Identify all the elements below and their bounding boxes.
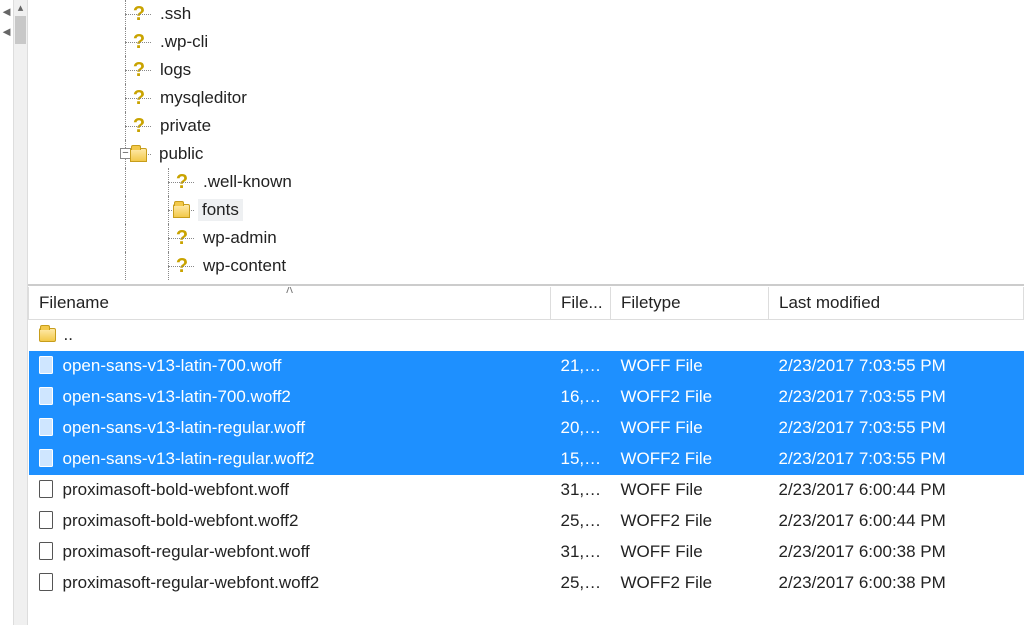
file-type: WOFF2 File [611, 382, 769, 413]
file-date: 2/23/2017 7:03:55 PM [769, 413, 1024, 444]
tree-node-label[interactable]: .well-known [199, 171, 296, 193]
column-filesize[interactable]: File... [551, 287, 611, 320]
file-size: 16,2... [551, 382, 611, 413]
file-size: 20,2... [551, 413, 611, 444]
nav-back-icon[interactable]: ◄ [0, 2, 13, 22]
file-size: 31,9... [551, 475, 611, 506]
tree-node-label[interactable]: public [155, 143, 207, 165]
tree-node[interactable]: ?private [28, 112, 1024, 140]
tree-scrollbar[interactable]: ▴ [14, 0, 28, 625]
tree-node-label[interactable]: logs [156, 59, 195, 81]
file-icon [39, 449, 53, 467]
scroll-up-icon[interactable]: ▴ [14, 0, 27, 16]
file-icon [39, 573, 53, 591]
file-type: WOFF File [611, 537, 769, 568]
file-size: 25,9... [551, 506, 611, 537]
file-icon [39, 542, 53, 560]
folder-icon [39, 328, 56, 342]
nav-forward-icon[interactable]: ◄ [0, 22, 13, 42]
file-row[interactable]: proximasoft-bold-webfont.woff2 25,9...WOF… [29, 506, 1024, 537]
file-date: 2/23/2017 6:00:44 PM [769, 475, 1024, 506]
file-row[interactable]: open-sans-v13-latin-700.woff 21,0...WOFF … [29, 351, 1024, 382]
file-size: 15,5... [551, 444, 611, 475]
file-type: WOFF2 File [611, 568, 769, 599]
file-name: proximasoft-regular-webfont.woff2 [63, 573, 320, 592]
file-icon [39, 387, 53, 405]
tree-node-label[interactable]: wp-admin [199, 227, 281, 249]
file-row[interactable]: open-sans-v13-latin-regular.woff2 15,5...… [29, 444, 1024, 475]
tree-node[interactable]: ?wp-content [28, 252, 1024, 280]
file-date: 2/23/2017 6:00:38 PM [769, 537, 1024, 568]
tree-node-label[interactable]: .ssh [156, 3, 195, 25]
file-type: WOFF File [611, 475, 769, 506]
tree-node[interactable]: ?mysqleditor [28, 84, 1024, 112]
file-icon [39, 418, 53, 436]
file-name: proximasoft-regular-webfont.woff [63, 542, 310, 561]
file-icon [39, 480, 53, 498]
file-name: open-sans-v13-latin-regular.woff [63, 418, 306, 437]
column-lastmodified[interactable]: Last modified [769, 287, 1024, 320]
file-icon [39, 356, 53, 374]
file-list[interactable]: Filename File... Filetype Last modified … [28, 286, 1024, 625]
remote-tree[interactable]: ?.ssh?.wp-cli?logs?mysqleditor?private−p… [28, 0, 1024, 286]
file-type: WOFF2 File [611, 444, 769, 475]
file-date: 2/23/2017 7:03:55 PM [769, 382, 1024, 413]
tree-node[interactable]: ?.wp-cli [28, 28, 1024, 56]
file-name: proximasoft-bold-webfont.woff [63, 480, 289, 499]
folder-icon [173, 204, 190, 218]
file-type: WOFF File [611, 413, 769, 444]
tree-node-label[interactable]: mysqleditor [156, 87, 251, 109]
parent-directory-row[interactable]: .. [29, 320, 1024, 351]
tree-node-label[interactable]: fonts [198, 199, 243, 221]
file-date: 2/23/2017 6:00:44 PM [769, 506, 1024, 537]
file-name: open-sans-v13-latin-700.woff [63, 356, 282, 375]
file-row[interactable]: open-sans-v13-latin-700.woff2 16,2...WOFF… [29, 382, 1024, 413]
tree-node[interactable]: ?.well-known [28, 168, 1024, 196]
file-name: open-sans-v13-latin-700.woff2 [63, 387, 291, 406]
file-name: open-sans-v13-latin-regular.woff2 [63, 449, 315, 468]
file-date: 2/23/2017 7:03:55 PM [769, 444, 1024, 475]
file-row[interactable]: proximasoft-regular-webfont.woff 31,5...W… [29, 537, 1024, 568]
file-type: WOFF2 File [611, 506, 769, 537]
file-row[interactable]: proximasoft-bold-webfont.woff 31,9...WOFF… [29, 475, 1024, 506]
tree-node[interactable]: ?wp-admin [28, 224, 1024, 252]
file-date: 2/23/2017 6:00:38 PM [769, 568, 1024, 599]
file-icon [39, 511, 53, 529]
tree-node[interactable]: fonts [28, 196, 1024, 224]
tree-node[interactable]: ?logs [28, 56, 1024, 84]
file-row[interactable]: open-sans-v13-latin-regular.woff 20,2...W… [29, 413, 1024, 444]
tree-node-label[interactable]: wp-content [199, 255, 290, 277]
tree-node-label[interactable]: private [156, 115, 215, 137]
scroll-thumb[interactable] [15, 16, 26, 44]
file-size: 21,0... [551, 351, 611, 382]
file-size: 25,3... [551, 568, 611, 599]
file-type: WOFF File [611, 351, 769, 382]
column-filename[interactable]: Filename [29, 287, 551, 320]
file-size: 31,5... [551, 537, 611, 568]
file-row[interactable]: proximasoft-regular-webfont.woff2 25,3...… [29, 568, 1024, 599]
history-nav: ◄ ◄ [0, 0, 14, 625]
parent-dir-label: .. [64, 325, 73, 344]
tree-node[interactable]: −public [28, 140, 1024, 168]
tree-node-label[interactable]: .wp-cli [156, 31, 212, 53]
column-filetype[interactable]: Filetype [611, 287, 769, 320]
tree-node[interactable]: ?.ssh [28, 0, 1024, 28]
file-date: 2/23/2017 7:03:55 PM [769, 351, 1024, 382]
file-name: proximasoft-bold-webfont.woff2 [63, 511, 299, 530]
folder-icon [130, 148, 147, 162]
